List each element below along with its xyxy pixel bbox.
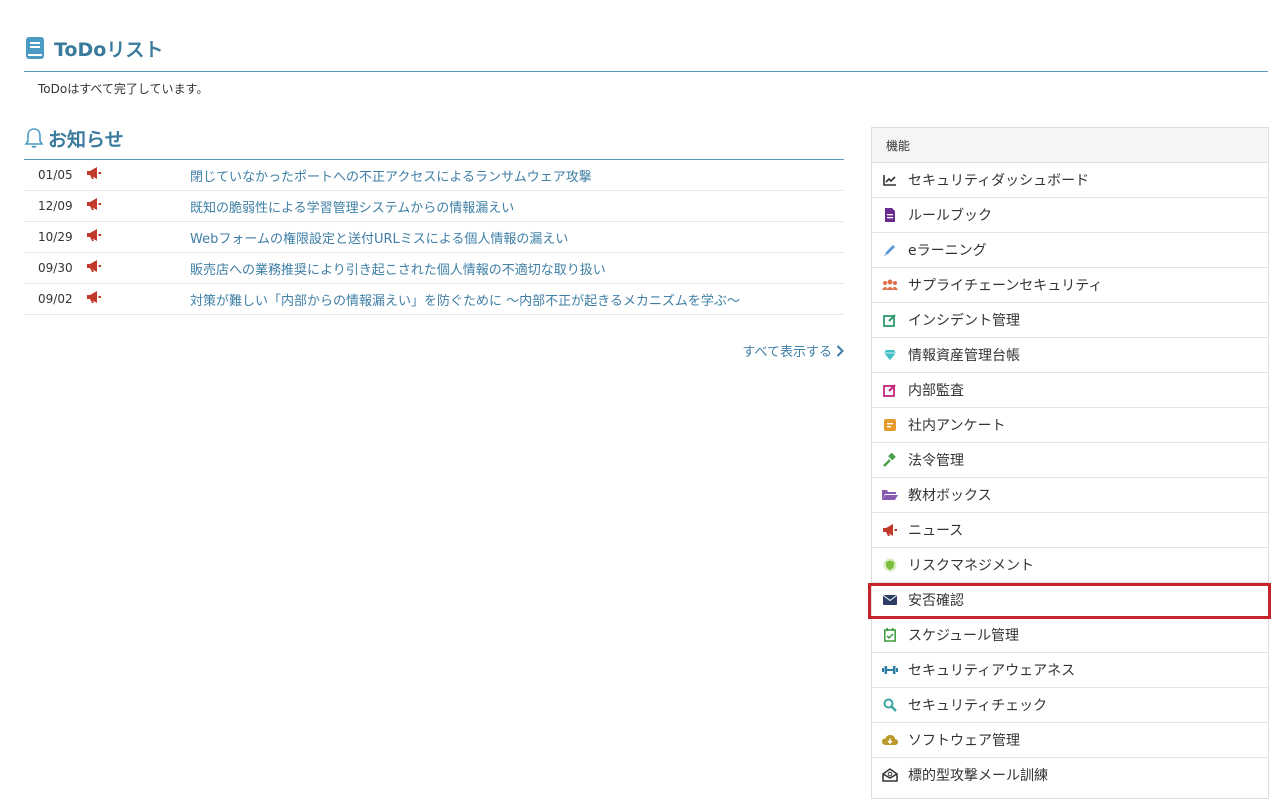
megaphone-icon: [78, 228, 190, 246]
news-date: 12/09: [38, 199, 73, 213]
edit-icon: [882, 312, 898, 328]
feature-label: インシデント管理: [908, 313, 1020, 329]
feature-label: セキュリティアウェアネス: [908, 663, 1076, 679]
news-section: お知らせ 01/05 閉じていなかったポートへの不正アクセスによるランサムウェア…: [24, 123, 844, 360]
news-title: お知らせ: [48, 128, 124, 151]
news-link[interactable]: 対策が難しい「内部からの情報漏えい」を防ぐために ～内部不正が起きるメカニズムを…: [190, 290, 740, 309]
feature-label: ソフトウェア管理: [908, 733, 1020, 749]
feature-security-awareness[interactable]: セキュリティアウェアネス: [872, 653, 1268, 688]
feature-law-management[interactable]: 法令管理: [872, 443, 1268, 478]
gavel-icon: [882, 452, 898, 468]
feature-internal-audit[interactable]: 内部監査: [872, 373, 1268, 408]
todo-title: ToDoリスト: [54, 38, 164, 61]
news-link[interactable]: 閉じていなかったポートへの不正アクセスによるランサムウェア攻撃: [190, 166, 592, 185]
features-panel: 機能 セキュリティダッシュボード ルールブック eラーニング サプライチェーンセ…: [871, 127, 1269, 799]
feature-incident[interactable]: インシデント管理: [872, 303, 1268, 338]
news-item: 10/29 Webフォームの権限設定と送付URLミスによる個人情報の漏えい: [24, 222, 844, 253]
feature-label: ニュース: [908, 523, 964, 539]
todo-header: ToDoリスト: [24, 33, 1268, 72]
feature-news[interactable]: ニュース: [872, 513, 1268, 548]
book-icon: [24, 36, 46, 60]
users-icon: [882, 277, 898, 293]
feature-label: 教材ボックス: [908, 488, 992, 504]
megaphone-icon: [78, 166, 190, 184]
news-item: 12/09 既知の脆弱性による学習管理システムからの情報漏えい: [24, 191, 844, 222]
news-item: 09/02 対策が難しい「内部からの情報漏えい」を防ぐために ～内部不正が起きる…: [24, 284, 844, 315]
feature-rulebook[interactable]: ルールブック: [872, 198, 1268, 233]
news-item: 09/30 販売店への業務推奨により引き起こされた個人情報の不適切な取り扱い: [24, 253, 844, 284]
news-header: お知らせ: [24, 123, 844, 160]
feature-software-management[interactable]: ソフトウェア管理: [872, 723, 1268, 758]
shield-icon: [882, 557, 898, 573]
feature-phishing-training[interactable]: 標的型攻撃メール訓練: [872, 758, 1268, 792]
survey-icon: [882, 417, 898, 433]
calendar-check-icon: [882, 627, 898, 643]
megaphone-icon: [78, 197, 190, 215]
feature-label: 情報資産管理台帳: [908, 348, 1020, 364]
feature-label: スケジュール管理: [908, 628, 1020, 644]
news-link[interactable]: 既知の脆弱性による学習管理システムからの情報漏えい: [190, 197, 514, 216]
feature-survey[interactable]: 社内アンケート: [872, 408, 1268, 443]
megaphone-icon: [78, 290, 190, 308]
folder-icon: [882, 487, 898, 503]
bell-icon: [24, 127, 44, 149]
feature-label: サプライチェーンセキュリティ: [908, 278, 1103, 294]
megaphone-icon: [882, 522, 898, 538]
edit-icon: [882, 382, 898, 398]
feature-label: セキュリティダッシュボード: [908, 173, 1090, 189]
pencil-icon: [882, 242, 898, 258]
mail-open-icon: [882, 767, 898, 783]
feature-label: リスクマネジメント: [908, 558, 1034, 574]
news-date: 09/02: [38, 292, 73, 306]
news-date: 01/05: [38, 168, 73, 182]
chart-line-icon: [882, 172, 898, 188]
feature-security-check[interactable]: セキュリティチェック: [872, 688, 1268, 723]
feature-label: 内部監査: [908, 383, 964, 399]
dumbbell-icon: [882, 662, 898, 678]
feature-elearning[interactable]: eラーニング: [872, 233, 1268, 268]
news-link[interactable]: 販売店への業務推奨により引き起こされた個人情報の不適切な取り扱い: [190, 259, 606, 278]
envelope-icon: [882, 592, 898, 608]
news-date: 10/29: [38, 230, 73, 244]
feature-supply-chain[interactable]: サプライチェーンセキュリティ: [872, 268, 1268, 303]
search-icon: [882, 697, 898, 713]
diamond-icon: [882, 347, 898, 363]
cloud-download-icon: [882, 732, 898, 748]
feature-label: eラーニング: [908, 243, 987, 259]
feature-label: セキュリティチェック: [908, 698, 1048, 714]
feature-schedule[interactable]: スケジュール管理: [872, 618, 1268, 653]
feature-risk-management[interactable]: リスクマネジメント: [872, 548, 1268, 583]
feature-label: ルールブック: [908, 208, 992, 224]
feature-safety-confirmation[interactable]: 安否確認: [872, 583, 1268, 618]
feature-asset-register[interactable]: 情報資産管理台帳: [872, 338, 1268, 373]
feature-label: 社内アンケート: [908, 418, 1006, 434]
feature-label: 安否確認: [908, 593, 964, 609]
document-icon: [882, 207, 898, 223]
news-link[interactable]: Webフォームの権限設定と送付URLミスによる個人情報の漏えい: [190, 228, 568, 247]
news-item: 01/05 閉じていなかったポートへの不正アクセスによるランサムウェア攻撃: [24, 160, 844, 191]
todo-section: ToDoリスト ToDoはすべて完了しています。: [24, 33, 1268, 97]
megaphone-icon: [78, 259, 190, 277]
show-all-link[interactable]: すべて表示する: [742, 341, 844, 360]
news-list: 01/05 閉じていなかったポートへの不正アクセスによるランサムウェア攻撃 12…: [24, 160, 844, 315]
show-all-label: すべて表示する: [742, 345, 832, 360]
feature-security-dashboard[interactable]: セキュリティダッシュボード: [872, 163, 1268, 198]
feature-label: 法令管理: [908, 453, 964, 469]
features-heading: 機能: [872, 128, 1268, 163]
feature-material-box[interactable]: 教材ボックス: [872, 478, 1268, 513]
news-date: 09/30: [38, 261, 73, 275]
feature-label: 標的型攻撃メール訓練: [908, 768, 1048, 784]
chevron-right-icon: [836, 344, 844, 357]
todo-message: ToDoはすべて完了しています。: [38, 82, 209, 96]
